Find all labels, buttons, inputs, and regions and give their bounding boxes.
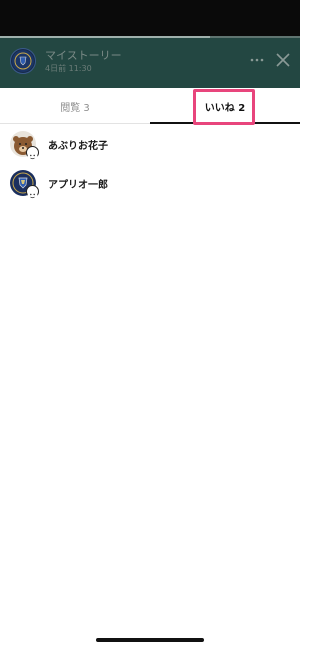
user-name: アプリオ一郎: [48, 180, 108, 191]
tab-likes[interactable]: いいね 2: [150, 88, 300, 124]
story-progress-fill: [0, 36, 210, 38]
home-indicator[interactable]: [96, 638, 204, 642]
more-icon[interactable]: [248, 51, 266, 69]
story-timestamp: 4日前 11:30: [45, 64, 92, 73]
story-viewers-screen: マイストーリー 4日前 11:30 閲覧 3 いいね 2 あぶりお花子 アプリオ…: [0, 0, 300, 649]
crest-icon: [12, 50, 34, 72]
list-item[interactable]: アプリオ一郎: [0, 166, 300, 202]
story-progress-bar: [0, 36, 300, 38]
reaction-badge-icon: [26, 146, 39, 162]
viewer-tabs: 閲覧 3 いいね 2: [0, 88, 300, 124]
story-header: マイストーリー 4日前 11:30: [0, 36, 300, 88]
status-bar: [0, 0, 300, 36]
story-avatar[interactable]: [10, 48, 36, 74]
tab-likes-label: いいね 2: [204, 103, 246, 114]
story-title: マイストーリー: [45, 49, 122, 62]
list-item[interactable]: あぶりお花子: [0, 127, 300, 163]
tab-views-label: 閲覧 3: [60, 103, 90, 114]
tab-views[interactable]: 閲覧 3: [0, 88, 150, 124]
user-name: あぶりお花子: [48, 141, 108, 152]
close-icon[interactable]: [273, 50, 293, 70]
reaction-badge-icon: [26, 185, 39, 201]
